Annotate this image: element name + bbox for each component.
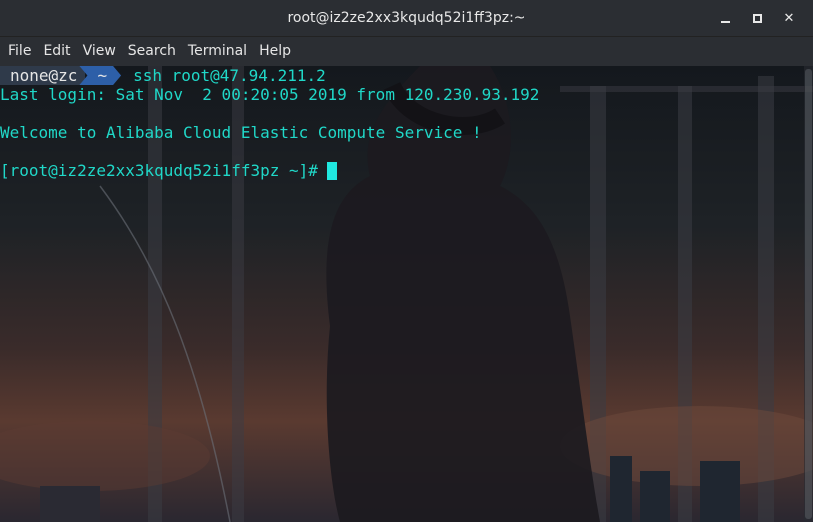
menu-terminal[interactable]: Terminal [182,37,253,66]
menu-file[interactable]: File [2,37,37,66]
terminal-area[interactable]: none@zc ~ ssh root@47.94.211.2 Last logi… [0,66,813,522]
remote-prompt-line: [root@iz2ze2xx3kqudq52i1ff3pz ~]# [0,161,539,180]
prompt-user-segment: none@zc [0,66,86,85]
welcome-line: Welcome to Alibaba Cloud Elastic Compute… [0,123,482,142]
vertical-scrollbar[interactable] [804,66,813,522]
window-title: root@iz2ze2xx3kqudq52i1ff3pz:~ [287,10,526,26]
maximize-button[interactable] [741,5,773,33]
maximize-icon [752,14,762,23]
terminal-output: none@zc ~ ssh root@47.94.211.2 Last logi… [0,66,539,180]
minimize-button[interactable] [709,5,741,33]
menu-help[interactable]: Help [253,37,297,66]
remote-prompt: [root@iz2ze2xx3kqudq52i1ff3pz ~]# [0,161,318,180]
menu-edit[interactable]: Edit [37,37,76,66]
local-prompt-line: none@zc ~ ssh root@47.94.211.2 [0,66,539,85]
last-login-line: Last login: Sat Nov 2 00:20:05 2019 from… [0,85,540,104]
window-titlebar[interactable]: root@iz2ze2xx3kqudq52i1ff3pz:~ ✕ [0,0,813,37]
close-icon: ✕ [783,11,795,26]
prompt-dir-segment: ~ [79,66,121,85]
menubar: File Edit View Search Terminal Help [0,37,813,66]
minimize-icon [720,20,730,23]
scrollbar-thumb[interactable] [805,69,812,519]
ssh-command: ssh root@47.94.211.2 [133,66,326,85]
window-controls: ✕ [709,0,805,37]
text-cursor [326,161,337,180]
close-button[interactable]: ✕ [773,5,805,33]
menu-search[interactable]: Search [122,37,182,66]
menu-view[interactable]: View [77,37,122,66]
